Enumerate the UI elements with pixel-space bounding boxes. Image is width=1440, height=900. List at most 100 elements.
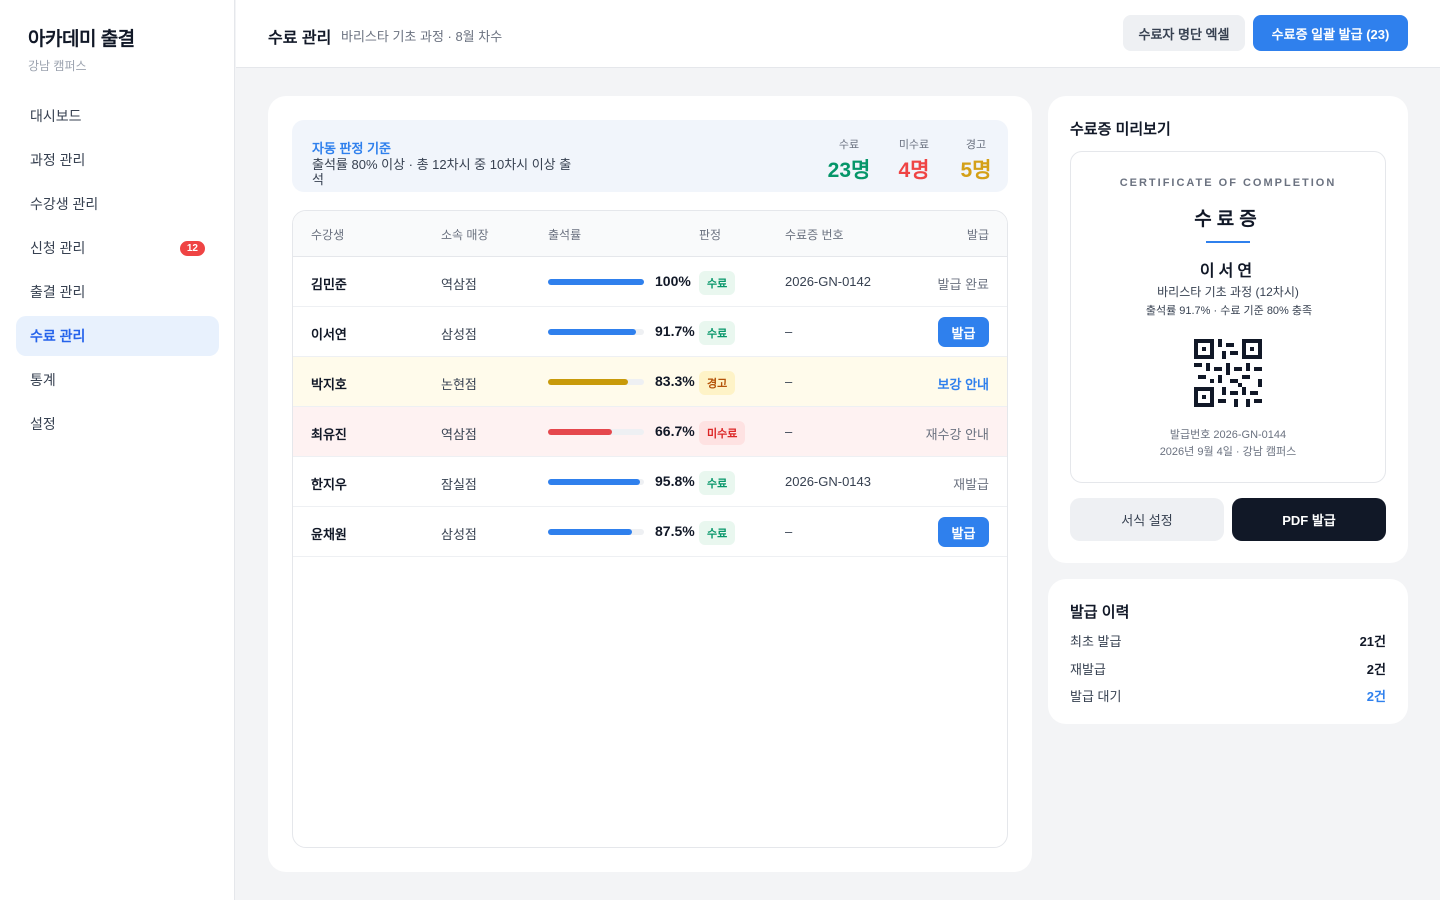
sidebar-item[interactable]: 출결 관리 bbox=[16, 272, 219, 312]
status-badge: 수료 bbox=[699, 321, 736, 345]
stat-label: 미수료 bbox=[898, 139, 930, 151]
campus-name: 강남 캠퍼스 bbox=[28, 59, 87, 73]
history-title: 발급 이력 bbox=[1070, 604, 1130, 621]
criteria-title: 자동 판정 기준 bbox=[312, 141, 391, 156]
history-item: 최초 발급 21건 bbox=[1070, 631, 1386, 650]
attendance-bar-fill bbox=[548, 329, 637, 335]
top-header: 수료 관리 바리스타 기초 과정 · 8월 차수 수료자 명단 엑셀 수료증 일… bbox=[236, 0, 1440, 68]
completion-card: 자동 판정 기준 출석률 80% 이상 · 총 12차시 중 10차시 이상 출… bbox=[268, 96, 1032, 872]
branch-name: 삼성점 bbox=[441, 327, 477, 342]
sidebar-item[interactable]: 통계 bbox=[16, 360, 219, 400]
bulk-issue-button[interactable]: 수료증 일괄 발급 (23) bbox=[1253, 15, 1408, 51]
table-header: 수강생 소속 매장 출석률 판정 수료증 번호 발급 bbox=[293, 211, 1007, 257]
sidebar-item-label: 과정 관리 bbox=[30, 152, 86, 168]
stat-value: 23명 bbox=[827, 159, 871, 182]
attendance-bar-fill bbox=[548, 279, 644, 285]
stat-label: 수료 bbox=[838, 139, 860, 151]
issue-button[interactable]: 발급 bbox=[938, 517, 989, 547]
attendance-rate: 95.8% bbox=[655, 473, 695, 489]
history-label: 재발급 bbox=[1070, 662, 1106, 677]
divider bbox=[1206, 241, 1250, 243]
certificate-preview: CERTIFICATE OF COMPLETION 수료증 이서연 바리스타 기… bbox=[1070, 151, 1386, 483]
certificate-number: – bbox=[785, 374, 793, 389]
action-text: 재발급 bbox=[953, 477, 989, 492]
branch-name: 역삼점 bbox=[441, 277, 477, 292]
attendance-rate: 91.7% bbox=[655, 323, 695, 339]
table-row[interactable]: 박지호 논현점 83.3% 경고 – 보강 안내 bbox=[293, 357, 1007, 407]
attendance-bar-fill bbox=[548, 379, 628, 385]
column-header[interactable]: 발급 bbox=[967, 226, 989, 243]
stat-warn: 경고 5명 bbox=[948, 136, 1004, 184]
status-badge: 수료 bbox=[699, 471, 736, 495]
column-header[interactable]: 출석률 bbox=[548, 226, 581, 243]
branch-name: 논현점 bbox=[441, 377, 477, 392]
student-name: 김민준 bbox=[311, 277, 347, 292]
certificate-heading-en: CERTIFICATE OF COMPLETION bbox=[1119, 177, 1337, 189]
status-badge: 미수료 bbox=[699, 421, 746, 445]
attendance-rate: 87.5% bbox=[655, 523, 695, 539]
table-row[interactable]: 최유진 역삼점 66.7% 미수료 – 재수강 안내 bbox=[293, 407, 1007, 457]
sidebar-item-label: 설정 bbox=[30, 416, 56, 432]
issue-button[interactable]: 발급 bbox=[938, 317, 989, 347]
sidebar-item[interactable]: 수료 관리 bbox=[16, 316, 219, 356]
history-value: 21건 bbox=[1359, 634, 1386, 649]
column-header[interactable]: 판정 bbox=[699, 226, 721, 243]
certificate-number: – bbox=[785, 524, 793, 539]
course-name: 바리스타 기초 과정 (12차시) bbox=[1157, 285, 1299, 299]
attendance-bar bbox=[548, 329, 644, 335]
brand: 아카데미 출결 강남 캠퍼스 bbox=[28, 24, 135, 74]
certificate-preview-card: 수료증 미리보기 CERTIFICATE OF COMPLETION 수료증 이… bbox=[1048, 96, 1408, 563]
branch-name: 잠실점 bbox=[441, 477, 477, 492]
certificate-number: 2026-GN-0143 bbox=[785, 474, 871, 489]
stat-label: 경고 bbox=[965, 139, 987, 151]
action-text: 발급 완료 bbox=[937, 277, 989, 292]
sidebar-item-label: 대시보드 bbox=[30, 108, 82, 124]
history-label: 최초 발급 bbox=[1070, 634, 1122, 649]
attendance-bar bbox=[548, 279, 644, 285]
table-row[interactable]: 윤채원 삼성점 87.5% 수료 – 발급 bbox=[293, 507, 1007, 557]
certificate-number: – bbox=[785, 324, 793, 339]
stat-value: 4명 bbox=[898, 159, 930, 182]
stat-value: 5명 bbox=[960, 159, 992, 182]
table-row[interactable]: 김민준 역삼점 100% 수료 2026-GN-0142 발급 완료 bbox=[293, 257, 1007, 307]
history-value: 2건 bbox=[1366, 689, 1386, 704]
student-name: 한지우 bbox=[311, 477, 347, 492]
certificate-number: 2026-GN-0142 bbox=[785, 274, 871, 289]
criteria-description: 출석률 80% 이상 · 총 12차시 중 10차시 이상 출석 bbox=[312, 157, 572, 187]
export-excel-button[interactable]: 수료자 명단 엑셀 bbox=[1123, 15, 1245, 51]
sidebar-item[interactable]: 과정 관리 bbox=[16, 140, 219, 180]
sidebar-item[interactable]: 수강생 관리 bbox=[16, 184, 219, 224]
preview-title: 수료증 미리보기 bbox=[1070, 121, 1171, 138]
table-row[interactable]: 한지우 잠실점 95.8% 수료 2026-GN-0143 재발급 bbox=[293, 457, 1007, 507]
sidebar-item[interactable]: 설정 bbox=[16, 404, 219, 444]
attendance-bar-fill bbox=[548, 479, 640, 485]
student-name: 윤채원 bbox=[311, 527, 347, 542]
issue-date: 2026년 9월 4일 · 강남 캠퍼스 bbox=[1159, 446, 1297, 458]
stat-pass: 수료 23명 bbox=[818, 136, 880, 184]
pdf-issue-button[interactable]: PDF 발급 bbox=[1232, 498, 1386, 541]
column-header[interactable]: 수강생 bbox=[311, 226, 344, 243]
attendance-bar bbox=[548, 379, 644, 385]
history-item: 재발급 2건 bbox=[1070, 659, 1386, 678]
format-settings-button[interactable]: 서식 설정 bbox=[1070, 498, 1224, 541]
sidebar-item[interactable]: 대시보드 bbox=[16, 96, 219, 136]
attendance-bar-fill bbox=[548, 529, 632, 535]
sidebar-item-label: 수강생 관리 bbox=[30, 196, 99, 212]
status-badge: 수료 bbox=[699, 271, 736, 295]
attendance-rate: 66.7% bbox=[655, 423, 695, 439]
column-header[interactable]: 수료증 번호 bbox=[785, 226, 844, 243]
sidebar-nav: 대시보드과정 관리수강생 관리신청 관리 12 출결 관리 수료 관리통계설정 bbox=[16, 96, 219, 448]
history-value: 2건 bbox=[1366, 662, 1386, 677]
student-name: 박지호 bbox=[311, 377, 347, 392]
sidebar-item[interactable]: 신청 관리 12 bbox=[16, 228, 219, 268]
column-header[interactable]: 소속 매장 bbox=[441, 226, 489, 243]
action-link[interactable]: 보강 안내 bbox=[938, 374, 989, 393]
table-row[interactable]: 이서연 삼성점 91.7% 수료 – 발급 bbox=[293, 307, 1007, 357]
certificate-number: – bbox=[785, 424, 793, 439]
attendance-bar bbox=[548, 479, 644, 485]
count-badge: 12 bbox=[179, 240, 205, 256]
sidebar-item-label: 통계 bbox=[30, 372, 56, 388]
action-text: 재수강 안내 bbox=[925, 427, 989, 442]
table-body: 김민준 역삼점 100% 수료 2026-GN-0142 발급 완료 이서연 삼성점 91.7%… bbox=[293, 257, 1007, 557]
branch-name: 삼성점 bbox=[441, 527, 477, 542]
